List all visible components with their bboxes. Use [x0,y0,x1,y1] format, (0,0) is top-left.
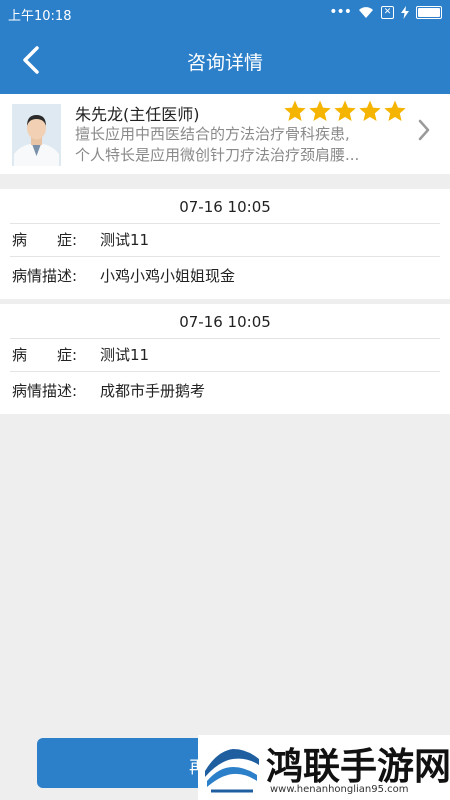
watermark: 鸿联手游网 www.henanhonglian95.com [198,735,450,800]
doctor-avatar [12,104,61,166]
status-time: 上午10:18 [8,9,72,24]
wifi-icon [359,6,373,18]
symptom-label: 病 症: [12,231,78,249]
symptom-value: 测试11 [100,346,150,364]
divider [10,371,440,372]
doctor-rating [283,99,407,123]
divider [10,338,440,339]
star-icon [359,100,381,121]
divider [10,256,440,257]
status-bar: 上午10:18 ••• ✕ [0,0,450,26]
battery-icon [416,5,442,19]
doctor-description-line: 个人特长是应用微创针刀疗法治疗颈肩腰... [75,146,360,164]
star-icon [384,100,406,121]
page-title: 咨询详情 [186,52,263,74]
watermark-url: www.henanhonglian95.com [270,784,409,795]
doctor-description: 擅长应用中西医结合的方法治疗骨科疾患, 个人特长是应用微创针刀疗法治疗颈肩腰..… [75,124,410,166]
doctor-card[interactable]: 朱先龙(主任医师) 擅长应用中西医结合的方法治疗骨科疾患, 个人特长是应用微创针… [0,94,450,174]
watermark-title: 鸿联手游网 [266,744,450,788]
chevron-right-icon[interactable] [416,118,432,142]
symptom-value: 测试11 [100,231,150,249]
consultation-datetime: 07-16 10:05 [179,198,271,216]
status-icons: ••• ✕ [329,4,442,20]
star-icon [284,100,306,121]
description-value: 小鸡小鸡小姐姐现金 [100,267,236,285]
app-bar: 咨询详情 [0,26,450,94]
star-icon [309,100,331,121]
divider [10,223,440,224]
more-dots-icon: ••• [329,4,352,20]
watermark-logo-icon [203,741,261,796]
symptom-row: 病 症: 测试11 [12,344,438,365]
consultation-card: 07-16 10:05 病 症: 测试11 病情描述: 成都市手册鹅考 [0,304,450,414]
description-row: 病情描述: 小鸡小鸡小姐姐现金 [12,265,438,286]
consultation-datetime: 07-16 10:05 [179,313,271,331]
symptom-label: 病 症: [12,346,78,364]
description-value: 成都市手册鹅考 [100,382,206,400]
description-label: 病情描述: [12,267,78,285]
doctor-description-line: 擅长应用中西医结合的方法治疗骨科疾患, [75,125,350,143]
description-label: 病情描述: [12,382,78,400]
symptom-row: 病 症: 测试11 [12,229,438,250]
charging-icon [401,5,409,19]
star-icon [334,100,356,121]
sim-x-icon: ✕ [381,5,394,19]
doctor-name: 朱先龙(主任医师) [75,105,200,124]
consultation-card: 07-16 10:05 病 症: 测试11 病情描述: 小鸡小鸡小姐姐现金 [0,189,450,299]
description-row: 病情描述: 成都市手册鹅考 [12,380,438,401]
